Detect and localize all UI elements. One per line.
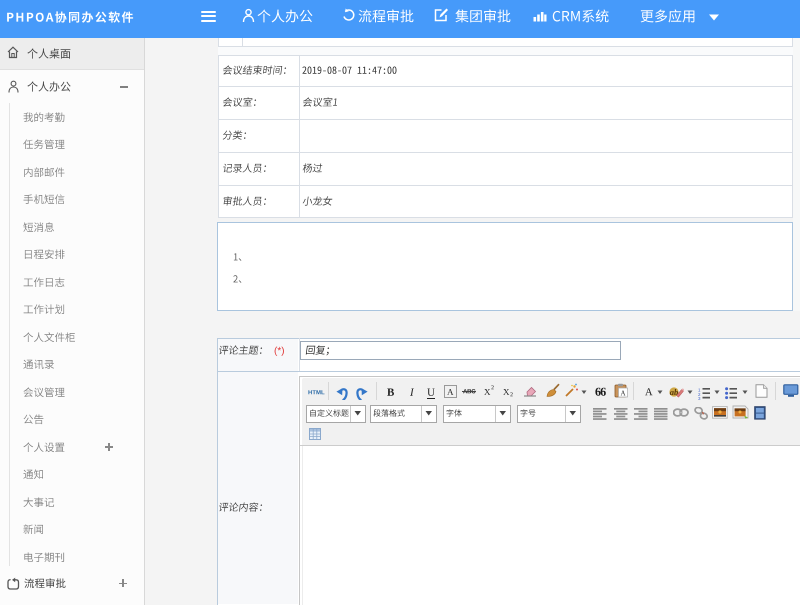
- svg-text:3: 3: [698, 396, 701, 400]
- svg-text:A: A: [620, 390, 625, 398]
